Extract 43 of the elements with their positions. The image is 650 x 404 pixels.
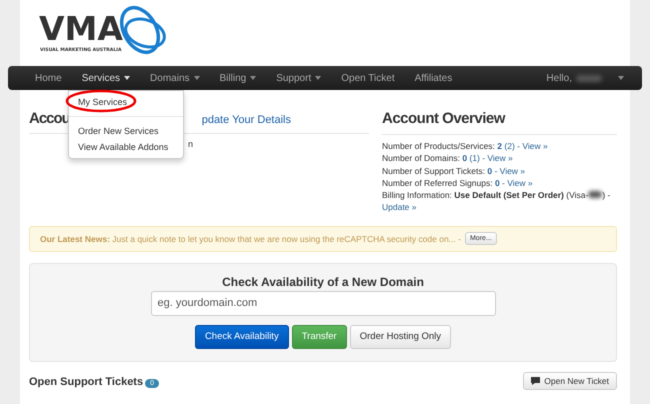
panel-title: Check Availability of a New Domain: [222, 274, 424, 289]
update-details-link[interactable]: pdate Your Details: [202, 114, 291, 126]
overview-label: Number of Support Tickets:: [382, 166, 485, 176]
nav-item[interactable]: Affiliates: [404, 66, 462, 90]
nav-item[interactable]: Open Ticket: [331, 66, 405, 90]
nav-item[interactable]: Services: [72, 66, 140, 90]
overview-value: 2: [497, 141, 502, 151]
overview-count-link[interactable]: (2): [504, 141, 515, 151]
billing-value: Use Default (Set Per Order): [454, 190, 564, 200]
menu-item[interactable]: Order New Services: [69, 123, 183, 139]
domain-action-button[interactable]: Order Hosting Only: [350, 324, 452, 349]
domain-field[interactable]: eg. yourdomain.com: [150, 290, 496, 316]
domain-action-button[interactable]: Check Availability: [194, 324, 289, 349]
overview-label: Number of Referred Signups:: [382, 178, 493, 188]
menu-item[interactable]: View Available Addons: [69, 139, 183, 155]
overview-count-link[interactable]: (1): [469, 153, 480, 164]
overview-value: 0: [494, 178, 500, 188]
view-link[interactable]: - View »: [517, 141, 548, 151]
nav-item[interactable]: Home: [25, 66, 72, 90]
text-fragment: n: [188, 139, 194, 149]
caret-icon: [618, 76, 624, 80]
overview-value: 0: [462, 153, 468, 164]
blurred-text: [588, 191, 602, 198]
menu-item[interactable]: My Services: [69, 94, 183, 110]
nav-item[interactable]: Domains: [140, 66, 210, 90]
open-ticket-button[interactable]: Open New Ticket: [523, 372, 617, 390]
news-text: Our Latest News: Just a quick note to let you know that we are now using the reCAPTCHA security code on... -: [40, 234, 461, 244]
card-text: ) -: [602, 190, 610, 200]
overview-label: Number of Products/Services:: [382, 141, 495, 151]
view-link[interactable]: - View »: [502, 178, 533, 188]
user-menu[interactable]: Hello,: [546, 72, 624, 84]
nav-item[interactable]: Billing: [210, 66, 266, 90]
comment-icon: [531, 376, 540, 385]
view-link[interactable]: - View »: [482, 153, 513, 164]
card-text: (Visa-: [566, 190, 588, 200]
section-heading: Open Support Tickets: [29, 376, 144, 388]
overview-label: Billing Information:: [382, 190, 452, 200]
section-heading: Account Overview: [382, 110, 505, 127]
nav-item[interactable]: Support: [266, 66, 332, 90]
overview-value: 0: [487, 166, 492, 176]
update-link[interactable]: Update »: [382, 202, 416, 212]
view-link[interactable]: - View »: [494, 166, 526, 176]
overview-label: Number of Domains:: [382, 153, 460, 164]
